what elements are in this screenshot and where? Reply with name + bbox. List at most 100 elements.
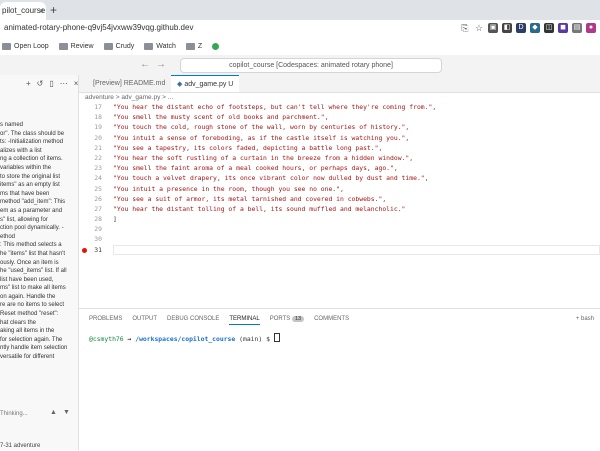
ports-count-badge: 13 bbox=[291, 316, 305, 322]
thumbs-up-icon[interactable]: ▲ bbox=[50, 409, 57, 416]
extension-icon[interactable]: ◫ bbox=[544, 23, 554, 33]
line-number: 29 bbox=[94, 225, 102, 234]
folder-icon bbox=[185, 43, 195, 50]
nav-arrows[interactable]: ←→ bbox=[140, 59, 172, 70]
code-text: "You hear the soft rustling of a curtain… bbox=[113, 153, 414, 162]
bookmark-open-loop[interactable]: Open Loop bbox=[2, 43, 49, 50]
tab-adv-game[interactable]: ◆ adv_game.py U bbox=[171, 75, 240, 92]
extension-icon[interactable]: ▣ bbox=[488, 23, 498, 33]
close-icon[interactable]: × bbox=[74, 79, 78, 88]
bookmark-app[interactable] bbox=[212, 43, 220, 50]
editor-tabs: [Preview] README.md ◆ adv_game.py U bbox=[79, 75, 600, 93]
bookmark-star-icon[interactable]: ☆ bbox=[474, 23, 484, 33]
tab-readme-preview[interactable]: [Preview] README.md bbox=[87, 75, 171, 92]
code-line[interactable]: 22 "You hear the soft rustling of a curta… bbox=[79, 153, 600, 163]
chat-reference[interactable]: 7-31 adventure bbox=[0, 443, 40, 449]
url-field[interactable]: animated-rotary-phone-q9vj54jvxww39vqg.g… bbox=[4, 23, 193, 32]
code-line[interactable]: 24 "You touch a velvet drapery, its once … bbox=[79, 173, 600, 183]
app-icon bbox=[212, 43, 220, 50]
code-line[interactable]: 29 bbox=[79, 224, 600, 234]
extension-icons: ⎘ ☆ ▣ ◧ D ◆ ◫ ◼ ▤ ● bbox=[460, 23, 596, 33]
bookmark-review[interactable]: Review bbox=[58, 43, 94, 50]
terminal-shell[interactable]: + bash bbox=[576, 316, 594, 322]
tab-debug-console[interactable]: DEBUG CONSOLE bbox=[167, 316, 219, 325]
browser-tab-strip: pilot_course × + bbox=[0, 0, 600, 20]
line-number: 27 bbox=[94, 204, 102, 213]
panel-tabs: PROBLEMS OUTPUT DEBUG CONSOLE TERMINAL P… bbox=[89, 316, 349, 325]
bookmark-watch[interactable]: Watch bbox=[144, 43, 176, 50]
chat-line: s" list, allowing for bbox=[0, 216, 48, 223]
code-line[interactable]: 23 "You smell the faint aroma of a meal c… bbox=[79, 163, 600, 173]
chat-line: for selection again. The bbox=[0, 336, 63, 343]
extension-icon[interactable]: D bbox=[516, 23, 526, 33]
chat-line: items" as an empty list bbox=[0, 182, 60, 189]
chat-line: re are no items to select bbox=[0, 302, 65, 309]
code-line[interactable]: 31 bbox=[79, 244, 600, 255]
bookmark-crudy[interactable]: Crudy bbox=[103, 43, 134, 50]
extension-icon[interactable]: ◼ bbox=[558, 23, 568, 33]
extension-icon[interactable]: ▤ bbox=[572, 23, 582, 33]
code-line[interactable]: 19 "You touch the cold, rough stone of th… bbox=[79, 122, 600, 132]
chat-line: or". The class should be bbox=[0, 130, 65, 137]
tab-terminal[interactable]: TERMINAL bbox=[229, 316, 260, 325]
chat-line: ng a collection of items. bbox=[0, 156, 63, 163]
chat-message: s named or". The class should be ts: -Init… bbox=[0, 121, 76, 362]
line-number: 28 bbox=[94, 215, 102, 224]
code-line[interactable]: 21 "You see a tapestry, its colors faded,… bbox=[79, 143, 600, 153]
tab-output[interactable]: OUTPUT bbox=[132, 316, 157, 325]
line-number: 19 bbox=[94, 123, 102, 132]
more-icon[interactable]: ⋯ bbox=[60, 79, 68, 88]
tab-ports[interactable]: PORTS 13 bbox=[270, 316, 305, 325]
chat-line: alizes with a list bbox=[0, 147, 42, 154]
code-editor[interactable]: 17 "You hear the distant echo of footstep… bbox=[79, 102, 600, 304]
extension-icon[interactable]: ◧ bbox=[502, 23, 512, 33]
code-line[interactable]: 25 "You intuit a presence in the room, th… bbox=[79, 184, 600, 194]
profile-icon[interactable]: ● bbox=[586, 23, 596, 33]
trash-icon[interactable]: ▯ bbox=[49, 79, 53, 88]
current-line-highlight bbox=[113, 244, 600, 255]
install-app-icon[interactable]: ⎘ bbox=[460, 23, 470, 33]
terminal-prompt[interactable]: @csmyth76 → /workspaces/copilot_course (… bbox=[89, 333, 280, 343]
code-line[interactable]: 28] bbox=[79, 214, 600, 224]
code-line[interactable]: 30 bbox=[79, 234, 600, 244]
code-line[interactable]: 17 "You hear the distant echo of footstep… bbox=[79, 102, 600, 112]
tab-problems[interactable]: PROBLEMS bbox=[89, 316, 122, 325]
code-text: "You see a suit of armor, its metal tarn… bbox=[113, 194, 387, 203]
code-line[interactable]: 18 "You smell the musty scent of old book… bbox=[79, 112, 600, 122]
command-center[interactable]: copilot_course [Codespaces: animated rot… bbox=[180, 58, 442, 73]
line-number: 24 bbox=[94, 174, 102, 183]
bookmark-z[interactable]: Z bbox=[185, 43, 202, 50]
thumbs-down-icon[interactable]: ▼ bbox=[63, 409, 70, 416]
code-text: ] bbox=[113, 215, 117, 224]
folder-icon bbox=[2, 43, 11, 50]
chat-line: method "add_item": This bbox=[0, 199, 66, 206]
chat-line: versatile for different bbox=[0, 354, 55, 361]
chat-line: ously. Once an item is bbox=[0, 259, 59, 266]
line-number: 20 bbox=[94, 133, 102, 142]
terminal-cursor bbox=[273, 333, 280, 342]
tab-comments[interactable]: COMMENTS bbox=[314, 316, 349, 325]
browser-tab[interactable]: pilot_course × bbox=[0, 2, 46, 20]
code-line[interactable]: 27 "You hear the distant tolling of a bel… bbox=[79, 204, 600, 214]
plus-icon[interactable]: + bbox=[26, 79, 31, 88]
code-text: "You see a tapestry, its colors faded, d… bbox=[113, 143, 383, 152]
code-text: "You intuit a sense of foreboding, as if… bbox=[113, 133, 410, 142]
line-number: 23 bbox=[94, 164, 102, 173]
code-line[interactable]: 26 "You see a suit of armor, its metal ta… bbox=[79, 194, 600, 204]
address-bar: animated-rotary-phone-q9vj54jvxww39vqg.g… bbox=[0, 20, 600, 39]
history-icon[interactable]: ↺ bbox=[37, 79, 44, 88]
line-number: 21 bbox=[94, 143, 102, 152]
new-tab-icon[interactable]: + bbox=[50, 2, 57, 18]
line-number: 25 bbox=[94, 184, 102, 193]
code-line[interactable]: 20 "You intuit a sense of foreboding, as … bbox=[79, 133, 600, 143]
breakpoint-icon[interactable] bbox=[82, 247, 87, 253]
code-text: "You touch a velvet drapery, its once vi… bbox=[113, 174, 429, 183]
line-number: 30 bbox=[94, 235, 102, 244]
chat-line: on again. Handle the bbox=[0, 293, 56, 300]
extension-icon[interactable]: ◆ bbox=[530, 23, 540, 33]
line-number: 18 bbox=[94, 113, 102, 122]
close-icon[interactable]: × bbox=[39, 2, 44, 20]
chat-line: ntly handle item selection bbox=[0, 345, 68, 352]
chat-line: Reset method "reset": bbox=[0, 311, 59, 318]
chat-line: ms that have been bbox=[0, 190, 50, 197]
